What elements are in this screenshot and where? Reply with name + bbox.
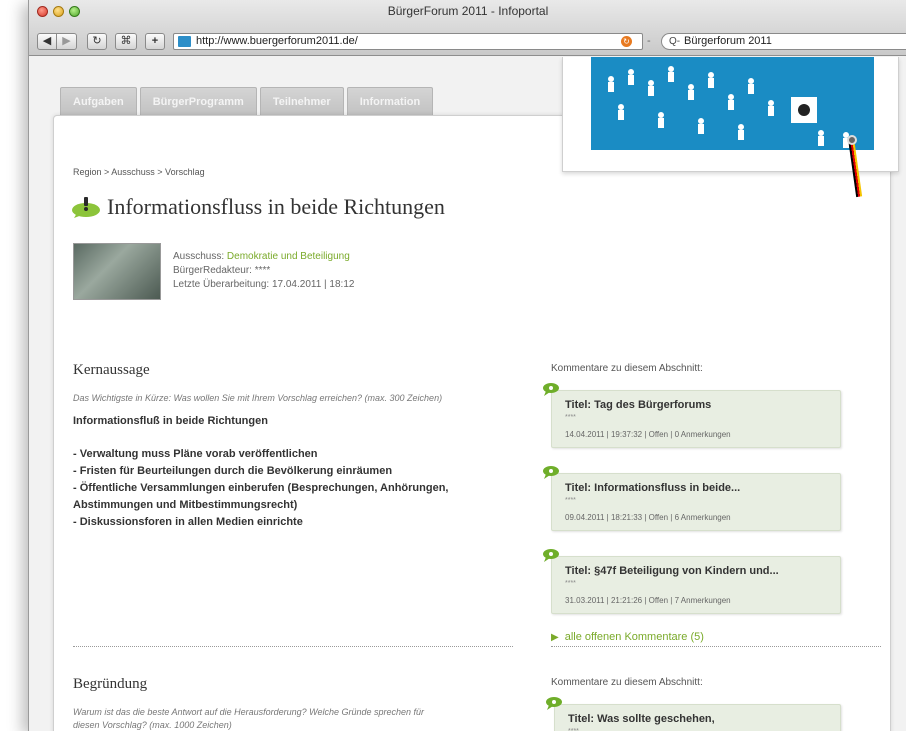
kernaussage-line: - Verwaltung muss Pläne vorab veröffentl… bbox=[73, 448, 318, 460]
tab-buergerprogramm[interactable]: BürgerProgramm bbox=[139, 87, 257, 115]
editor-label: BürgerRedakteur: bbox=[173, 265, 252, 276]
comments-heading: Kommentare zu diesem Abschnitt: bbox=[551, 677, 703, 688]
tab-information[interactable]: Information bbox=[346, 87, 434, 115]
comment-card[interactable]: Titel: §47f Beteiligung von Kindern und.… bbox=[543, 549, 841, 614]
comment-card[interactable]: Titel: Tag des Bürgerforums **** 14.04.2… bbox=[543, 383, 841, 448]
comment-title[interactable]: Titel: Tag des Bürgerforums bbox=[565, 399, 711, 411]
editor-value: **** bbox=[254, 265, 271, 276]
add-bookmark-button[interactable]: + bbox=[145, 33, 165, 50]
committee-link[interactable]: Demokratie und Beteiligung bbox=[227, 251, 350, 262]
browser-window: BürgerForum 2011 - Infoportal ◀ ▶ ↻ ⌘ + … bbox=[28, 0, 906, 731]
updated-value: 17.04.2011 | 18:12 bbox=[271, 279, 355, 290]
comment-title[interactable]: Titel: Was sollte geschehen, bbox=[568, 713, 715, 725]
tab-teilnehmer[interactable]: Teilnehmer bbox=[259, 87, 344, 115]
url-bar[interactable]: http://www.buergerforum2011.de/ bbox=[173, 33, 643, 50]
kernaussage-line: Abstimmungen und Mitbestimmungsrecht) bbox=[73, 499, 298, 511]
comment-meta: 09.04.2011 | 18:21:33 | Offen | 6 Anmerk… bbox=[565, 513, 731, 522]
speech-bubble-icon bbox=[72, 197, 100, 218]
back-button[interactable]: ◀ bbox=[37, 33, 57, 50]
proposal-thumbnail[interactable] bbox=[73, 243, 161, 300]
comment-author: **** bbox=[565, 414, 576, 421]
comment-icon bbox=[546, 697, 562, 710]
comment-icon bbox=[543, 466, 559, 479]
add-bookmark-icon: + bbox=[151, 35, 159, 47]
triangle-arrow-icon: ▶ bbox=[551, 632, 559, 643]
kernaussage-line: - Diskussionsforen in allen Medien einri… bbox=[73, 516, 303, 528]
search-icon: Q- bbox=[669, 36, 681, 47]
comment-author: **** bbox=[565, 497, 576, 504]
stop-load-icon[interactable]: ↻ bbox=[621, 36, 632, 47]
kernaussage-hint: Das Wichtigste in Kürze: Was wollen Sie … bbox=[73, 393, 443, 403]
kernaussage-line: - Öffentliche Versammlungen einberufen (… bbox=[73, 482, 449, 494]
proposal-meta: Ausschuss: Demokratie und Beteiligung Bü… bbox=[173, 250, 354, 292]
kernaussage-line: - Fristen für Beurteilungen durch die Be… bbox=[73, 465, 393, 477]
window-title: BürgerForum 2011 - Infoportal bbox=[387, 4, 549, 18]
comments-heading: Kommentare zu diesem Abschnitt: bbox=[551, 363, 703, 374]
comment-icon bbox=[543, 383, 559, 396]
all-open-comments-link[interactable]: ▶ alle offenen Kommentare (5) bbox=[551, 631, 704, 643]
comment-title[interactable]: Titel: §47f Beteiligung von Kindern und.… bbox=[565, 565, 779, 577]
rss-icon: ⌘ bbox=[120, 35, 132, 47]
kernaussage-lead: Informationsfluß in beide Richtungen bbox=[73, 415, 268, 427]
comment-author: **** bbox=[565, 580, 576, 587]
forward-arrow-icon: ▶ bbox=[62, 35, 71, 47]
updated-label: Letzte Überarbeitung: bbox=[173, 279, 270, 290]
forward-button[interactable]: ▶ bbox=[57, 33, 77, 50]
begruendung-hint-line-2: diesen Vorschlag? (max. 1000 Zeichen) bbox=[73, 720, 232, 730]
rss-button[interactable]: ⌘ bbox=[115, 33, 137, 50]
content-panel: Region > Ausschuss > Vorschlag Informati… bbox=[53, 115, 891, 731]
title-row: Informationsfluss in beide Richtungen bbox=[71, 194, 445, 220]
main-tabs: Aufgaben BürgerProgramm Teilnehmer Infor… bbox=[60, 87, 434, 115]
committee-label: Ausschuss: bbox=[173, 251, 225, 262]
favicon-icon bbox=[178, 36, 191, 47]
pin-icon bbox=[847, 135, 857, 145]
section-heading-begruendung: Begründung bbox=[73, 676, 148, 692]
comment-card[interactable]: Titel: Was sollte geschehen, **** bbox=[546, 697, 841, 731]
page-viewport: Aufgaben BürgerProgramm Teilnehmer Infor… bbox=[29, 57, 906, 731]
crowd-illustration bbox=[591, 57, 874, 150]
section-divider bbox=[551, 646, 881, 647]
page-title: Informationsfluss in beide Richtungen bbox=[107, 194, 445, 219]
header-banner[interactable] bbox=[562, 57, 899, 172]
reload-button[interactable]: ↻ bbox=[87, 33, 107, 50]
title-bar: BürgerForum 2011 - Infoportal ◀ ▶ ↻ ⌘ + … bbox=[29, 0, 906, 56]
comment-meta: 14.04.2011 | 19:37:32 | Offen | 0 Anmerk… bbox=[565, 430, 731, 439]
comment-meta: 31.03.2011 | 21:21:26 | Offen | 7 Anmerk… bbox=[565, 596, 731, 605]
separator: - bbox=[647, 35, 651, 47]
reload-icon: ↻ bbox=[92, 35, 102, 47]
back-arrow-icon: ◀ bbox=[42, 35, 52, 47]
search-value: Bürgerforum 2011 bbox=[684, 35, 772, 47]
section-heading-kernaussage: Kernaussage bbox=[73, 362, 150, 378]
url-text: http://www.buergerforum2011.de/ bbox=[196, 35, 358, 47]
all-open-comments-text: alle offenen Kommentare (5) bbox=[564, 631, 704, 643]
begruendung-hint-line-1: Warum ist das die beste Antwort auf die … bbox=[73, 707, 425, 717]
breadcrumb[interactable]: Region > Ausschuss > Vorschlag bbox=[73, 167, 205, 177]
comment-card[interactable]: Titel: Informationsfluss in beide... ***… bbox=[543, 466, 841, 531]
comment-title[interactable]: Titel: Informationsfluss in beide... bbox=[565, 482, 740, 494]
section-divider bbox=[73, 646, 513, 647]
comment-icon bbox=[543, 549, 559, 562]
tab-aufgaben[interactable]: Aufgaben bbox=[60, 87, 137, 115]
search-input[interactable]: Q- Bürgerforum 2011 bbox=[661, 33, 906, 50]
